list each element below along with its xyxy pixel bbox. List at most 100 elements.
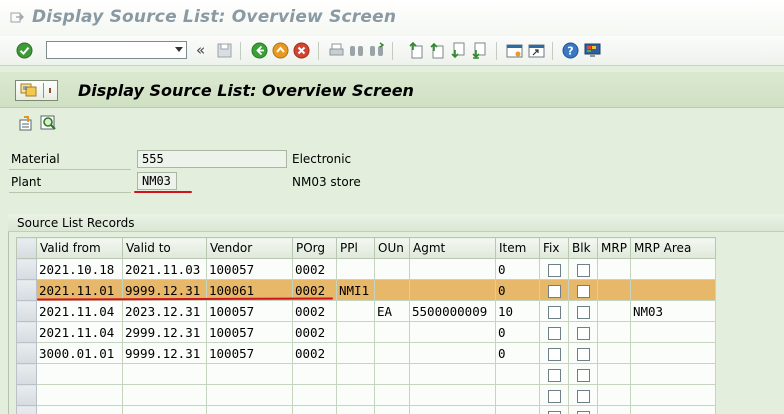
material-field[interactable]: 555 [137,150,287,168]
cell-mrp-area[interactable] [629,321,716,343]
cell-agmt[interactable] [409,405,496,414]
cell-agmt[interactable] [409,279,496,301]
row-selector[interactable] [16,258,37,280]
cell-ppl[interactable] [336,300,375,322]
enter-check-icon[interactable] [16,42,33,59]
cell-mrp[interactable] [597,321,631,343]
column-header[interactable]: Vendor [206,237,293,259]
cell-porg[interactable] [292,363,337,385]
cell-mrp[interactable] [597,300,631,322]
column-header[interactable]: Fix [539,237,569,259]
cell-valid-from[interactable]: 3000.01.01 [36,342,123,364]
cell-item[interactable]: 0 [495,321,540,343]
find-icon[interactable] [348,42,365,59]
column-header[interactable]: MRP Area [629,237,716,259]
column-header[interactable]: Item [495,237,540,259]
table-row[interactable] [16,405,716,414]
help-icon[interactable]: ? [562,42,579,59]
row-selector[interactable] [16,405,37,414]
fix-checkbox[interactable] [548,347,561,361]
cell-vendor[interactable]: 100057 [206,258,293,280]
cell-mrp-area[interactable] [629,363,716,385]
cell-ppl[interactable] [336,384,375,406]
fix-checkbox[interactable] [548,389,561,403]
column-header[interactable]: PPl [336,237,375,259]
cell-valid-from[interactable] [36,405,123,414]
fix-checkbox[interactable] [548,305,561,319]
cell-oun[interactable] [374,384,410,406]
cell-valid-to[interactable]: 2999.12.31 [122,321,207,343]
cell-item[interactable]: 0 [495,258,540,280]
cell-mrp[interactable] [597,342,631,364]
cell-mrp-area[interactable] [629,384,716,406]
cell-ppl[interactable] [336,405,375,414]
cell-mrp-area[interactable] [629,405,716,414]
cell-valid-to[interactable]: 9999.12.31 [122,342,207,364]
cell-mrp[interactable] [597,279,631,301]
cell-porg[interactable] [292,384,337,406]
cell-agmt[interactable] [409,342,496,364]
cell-mrp-area[interactable]: NM03 [629,300,716,322]
fix-checkbox[interactable] [548,326,561,340]
cell-item[interactable]: 10 [495,300,540,322]
table-row[interactable] [16,384,716,406]
cell-oun[interactable] [374,321,410,343]
column-header[interactable]: Valid to [122,237,207,259]
cell-ppl[interactable] [336,363,375,385]
menu-toggle-button[interactable] [15,80,58,101]
cell-valid-from[interactable] [36,384,123,406]
cell-ppl[interactable] [336,342,375,364]
cell-porg[interactable]: 0002 [292,258,337,280]
table-row[interactable]: 2021.11.04 2023.12.31 100057 0002 EA 55000000… [16,300,716,322]
create-shortcut-icon[interactable] [528,42,545,59]
cell-agmt[interactable] [409,384,496,406]
cell-mrp[interactable] [597,363,631,385]
cell-vendor[interactable] [206,384,293,406]
table-row[interactable]: 2021.10.18 2021.11.03 100057 0002 0 [16,258,716,280]
cell-agmt[interactable]: 5500000009 [409,300,496,322]
cell-valid-from[interactable]: 2021.11.04 [36,300,123,322]
blk-checkbox[interactable] [577,368,590,382]
window-menu-icon[interactable] [10,11,24,24]
back-icon[interactable] [251,42,268,59]
cell-mrp-area[interactable] [629,342,716,364]
blk-checkbox[interactable] [577,263,590,277]
cell-vendor[interactable]: 100057 [206,342,293,364]
command-field[interactable] [46,41,187,59]
cell-valid-to[interactable] [122,384,207,406]
blk-checkbox[interactable] [577,305,590,319]
cell-agmt[interactable] [409,258,496,280]
table-row[interactable] [16,363,716,385]
create-session-icon[interactable] [506,42,523,59]
cell-oun[interactable] [374,279,410,301]
blk-checkbox[interactable] [577,389,590,403]
fix-checkbox[interactable] [548,410,561,414]
fix-checkbox[interactable] [548,263,561,277]
table-row[interactable]: 3000.01.01 9999.12.31 100057 0002 0 [16,342,716,364]
cell-oun[interactable] [374,363,410,385]
cell-vendor[interactable] [206,405,293,414]
other-material-icon[interactable] [18,115,34,131]
cell-item[interactable] [495,405,540,414]
overview-search-icon[interactable] [40,115,58,131]
cell-mrp-area[interactable] [629,258,716,280]
cell-valid-from[interactable]: 2021.10.18 [36,258,123,280]
cell-vendor[interactable] [206,363,293,385]
cell-agmt[interactable] [409,321,496,343]
blk-checkbox[interactable] [577,410,590,414]
history-back-icon[interactable]: « [196,41,213,59]
cell-vendor[interactable]: 100057 [206,321,293,343]
column-header[interactable]: POrg [292,237,337,259]
cell-valid-to[interactable] [122,405,207,414]
cell-mrp[interactable] [597,258,631,280]
column-header[interactable]: Blk [568,237,598,259]
row-selector[interactable] [16,321,37,343]
cell-oun[interactable] [374,258,410,280]
cell-porg[interactable] [292,405,337,414]
cell-mrp[interactable] [597,384,631,406]
cell-porg[interactable]: 0002 [292,300,337,322]
cell-valid-to[interactable]: 2021.11.03 [122,258,207,280]
cell-item[interactable] [495,384,540,406]
cell-mrp[interactable] [597,405,631,414]
row-selector[interactable] [16,363,37,385]
